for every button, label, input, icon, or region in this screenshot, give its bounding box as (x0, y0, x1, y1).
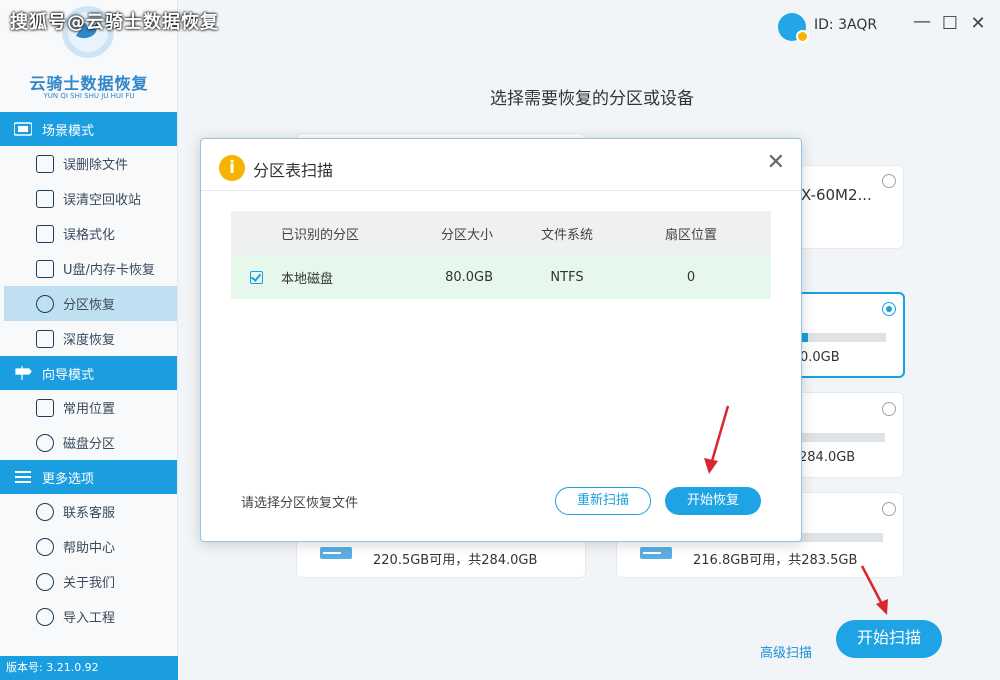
column-header: 文件系统 (540, 227, 593, 243)
sidebar-item-disk-partition[interactable]: 磁盘分区 (0, 425, 177, 460)
partition-capacity: 284.0GB (799, 450, 856, 465)
deep-recovery-icon (36, 329, 54, 348)
close-icon[interactable]: ✕ (767, 151, 785, 175)
usb-card-icon (36, 259, 54, 278)
table-row[interactable]: 本地磁盘 80.0GB NTFS 0 (231, 255, 771, 299)
sidebar-item-contact[interactable]: 联系客服 (0, 494, 177, 529)
sidebar-item-partition-recovery[interactable]: 分区恢复 (4, 286, 177, 321)
app-window: 云骑士数据恢复 YUN QI SHI SHU JU HUI FU 场景模式 误删… (0, 0, 1000, 680)
phone-icon (36, 502, 54, 521)
file-system: NTFS (550, 269, 584, 285)
sidebar-item-about[interactable]: 关于我们 (0, 564, 177, 599)
column-header: 扇区位置 (664, 227, 717, 243)
disk-icon (639, 539, 673, 561)
section-more-options: 更多选项 (0, 460, 177, 494)
format-icon (36, 224, 54, 243)
info-icon: i (219, 155, 245, 181)
sector-position: 0 (686, 269, 696, 285)
account-icon[interactable] (778, 13, 809, 43)
close-window-icon[interactable]: ✕ (968, 14, 988, 34)
advanced-scan-link[interactable]: 高级扫描 (760, 642, 812, 661)
column-header: 已识别的分区 (281, 227, 360, 243)
sidebar-item-common-locations[interactable]: 常用位置 (0, 390, 177, 425)
usage-bar (799, 433, 885, 442)
sidebar-item-help[interactable]: 帮助中心 (0, 529, 177, 564)
sidebar-item-deep-recovery[interactable]: 深度恢复 (0, 321, 177, 356)
partition-table-scan-dialog: i 分区表扫描 ✕ 已识别的分区 分区大小 文件系统 扇区位置 本地磁盘 80.… (200, 138, 802, 542)
verified-icon (796, 30, 809, 43)
sidebar-item-deleted-files[interactable]: 误删除文件 (0, 146, 177, 181)
section-label: 向导模式 (42, 367, 95, 383)
recycle-bin-icon (36, 189, 54, 208)
disk-partition-icon (36, 433, 54, 452)
rescan-button[interactable]: 重新扫描 (555, 487, 651, 515)
sidebar: 云骑士数据恢复 YUN QI SHI SHU JU HUI FU 场景模式 误删… (0, 0, 178, 680)
partition-capacity: 0.0GB (800, 350, 840, 365)
minimize-icon[interactable]: — (912, 12, 932, 32)
info-icon (36, 572, 54, 591)
row-checkbox[interactable] (249, 270, 263, 284)
sidebar-item-import[interactable]: 导入工程 (0, 599, 177, 634)
start-scan-button[interactable]: 开始扫描 (836, 620, 942, 658)
section-label: 场景模式 (42, 123, 95, 139)
partition-radio[interactable] (882, 302, 896, 316)
account-id: ID: 3AQR (814, 17, 878, 33)
section-label: 更多选项 (42, 471, 95, 487)
delete-file-icon (36, 154, 54, 173)
page-title: 选择需要恢复的分区或设备 (490, 89, 694, 109)
partition-icon (36, 294, 54, 313)
dialog-hint: 请选择分区恢复文件 (241, 496, 359, 511)
import-icon (36, 607, 54, 626)
partition-capacity: 220.5GB可用，共284.0GB (373, 553, 538, 568)
section-scene-mode: 场景模式 (0, 112, 177, 146)
section-guide-mode: 向导模式 (0, 356, 177, 390)
sidebar-item-recycle-bin[interactable]: 误清空回收站 (0, 181, 177, 216)
partition-name: 本地磁盘 (281, 271, 334, 287)
start-recovery-button[interactable]: 开始恢复 (665, 487, 761, 515)
windows-icon (36, 398, 54, 417)
dialog-header: i 分区表扫描 ✕ (201, 139, 801, 191)
table-header: 已识别的分区 分区大小 文件系统 扇区位置 (231, 211, 771, 255)
partition-capacity: 216.8GB可用，共283.5GB (693, 553, 858, 568)
column-header: 分区大小 (440, 227, 493, 243)
device-name: X-60M2... (801, 186, 872, 204)
scene-icon (13, 122, 33, 136)
logo-subtitle: YUN QI SHI SHU JU HUI FU (43, 92, 135, 100)
question-icon (36, 537, 54, 556)
usage-bar (800, 333, 886, 342)
sidebar-item-format[interactable]: 误格式化 (0, 216, 177, 251)
menu-icon (14, 470, 32, 484)
dialog-title: 分区表扫描 (253, 161, 334, 180)
disk-icon (319, 539, 353, 561)
sidebar-item-usb-card[interactable]: U盘/内存卡恢复 (0, 251, 177, 286)
version-label: 版本号: 3.21.0.92 (0, 656, 178, 680)
partition-radio[interactable] (882, 402, 896, 416)
partition-radio[interactable] (882, 502, 896, 516)
title-bar: ID: 3AQR — ☐ ✕ (178, 0, 1000, 50)
annotation-arrow (860, 565, 888, 615)
logo-title: 云骑士数据恢复 (29, 74, 149, 93)
maximize-icon[interactable]: ☐ (940, 14, 960, 34)
annotation-arrow (704, 405, 730, 474)
device-radio[interactable] (882, 174, 896, 188)
partition-size: 80.0GB (445, 269, 493, 285)
signpost-icon (14, 366, 32, 380)
partition-table: 已识别的分区 分区大小 文件系统 扇区位置 本地磁盘 80.0GB NTFS 0 (231, 211, 771, 299)
